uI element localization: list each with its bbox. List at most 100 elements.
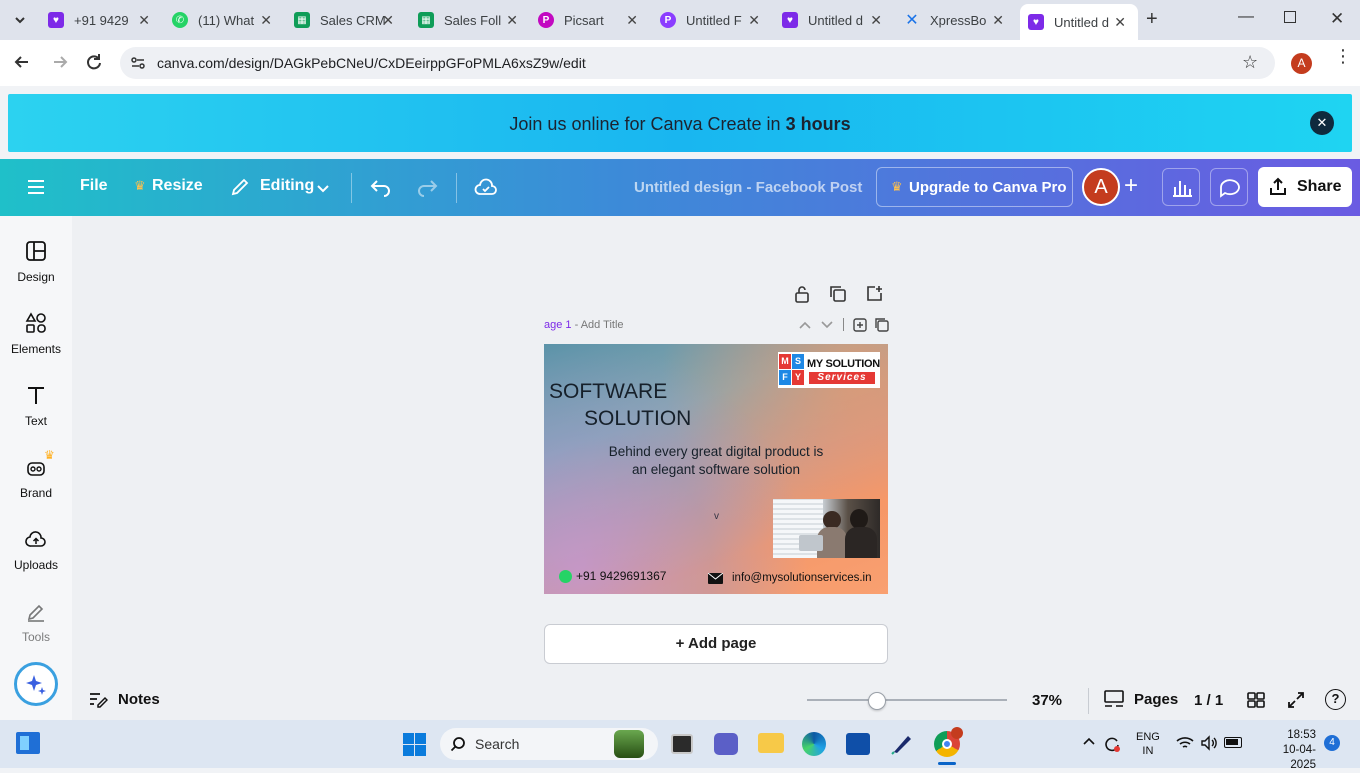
close-icon[interactable]: ✕	[382, 12, 394, 29]
rail-item-text[interactable]: Text	[0, 384, 72, 428]
close-icon[interactable]: ✕	[626, 12, 638, 29]
brand-logo[interactable]: M S F Y MY SOLUTION Services	[778, 352, 880, 388]
add-title-field[interactable]: Add Title	[581, 319, 624, 331]
cloud-saved-icon[interactable]	[474, 177, 498, 202]
url-field[interactable]: canva.com/design/DAGkPebCNeU/CxDEeirppGF…	[120, 47, 1275, 79]
upgrade-pro-button[interactable]: ♛ Upgrade to Canva Pro	[876, 167, 1073, 207]
page-up-icon[interactable]	[798, 318, 812, 336]
reload-icon[interactable]	[84, 52, 104, 77]
browser-tab-active[interactable]: ♥ Untitled d ✕	[1020, 4, 1138, 40]
insights-button[interactable]	[1162, 168, 1200, 206]
tray-sync-icon[interactable]	[1102, 734, 1122, 759]
editing-mode-dropdown[interactable]: Editing	[260, 177, 314, 195]
close-icon[interactable]: ✕	[1114, 14, 1126, 31]
taskbar-search[interactable]: Search	[440, 728, 658, 760]
taskbar-app-store[interactable]	[846, 733, 870, 755]
rail-item-brand[interactable]: ♛ Brand	[0, 448, 72, 500]
zoom-level[interactable]: 37%	[1032, 692, 1062, 709]
tab-search-icon[interactable]	[10, 10, 30, 30]
close-icon[interactable]: ✕	[506, 12, 518, 29]
add-page-button[interactable]: + Add page	[544, 624, 888, 664]
rail-item-uploads[interactable]: Uploads	[0, 528, 72, 572]
comments-button[interactable]	[1210, 168, 1248, 206]
language-indicator[interactable]: ENG IN	[1136, 730, 1160, 758]
browser-tab-1[interactable]: ♥ +91 9429 ✕	[48, 6, 150, 34]
taskbar-app-edge[interactable]	[802, 732, 826, 756]
headline-software[interactable]: SOFTWARE	[549, 380, 667, 404]
taskbar-app-pen[interactable]	[890, 732, 914, 756]
browser-tab-5[interactable]: P Picsart ✕	[538, 6, 638, 34]
magic-ai-button[interactable]	[14, 662, 58, 706]
resize-button[interactable]: Resize	[152, 177, 203, 195]
pages-button[interactable]: Pages	[1104, 690, 1178, 708]
maximize-icon[interactable]	[1284, 11, 1296, 23]
add-page-small-icon[interactable]	[853, 318, 867, 337]
banner-close-button[interactable]: ✕	[1310, 111, 1334, 135]
rail-item-tools[interactable]: Tools	[0, 600, 72, 644]
bookmark-star-icon[interactable]: ☆	[1242, 52, 1258, 73]
file-menu[interactable]: File	[80, 177, 108, 195]
invite-plus-icon[interactable]: +	[1124, 172, 1138, 200]
close-icon[interactable]: ✕	[992, 12, 1004, 29]
wifi-icon[interactable]	[1176, 735, 1194, 756]
browser-tab-strip: ♥ +91 9429 ✕ ✆ (11) What ✕ ▦ Sales CRM ✕…	[0, 0, 1360, 40]
close-icon[interactable]: ✕	[870, 12, 882, 29]
back-icon[interactable]	[12, 52, 32, 77]
headline-solution[interactable]: SOLUTION	[584, 407, 691, 431]
design-title[interactable]: Untitled design - Facebook Post	[634, 179, 862, 196]
browser-tab-4[interactable]: ▦ Sales Foll ✕	[418, 6, 518, 34]
tray-overflow-icon[interactable]	[1082, 734, 1096, 752]
zoom-slider[interactable]	[807, 692, 1007, 710]
windows-start-icon[interactable]	[403, 733, 426, 756]
close-icon[interactable]: ✕	[748, 12, 760, 29]
grid-view-icon[interactable]	[1246, 690, 1266, 715]
body-text[interactable]: Behind every great digital product is an…	[606, 443, 826, 479]
main-menu-icon[interactable]	[26, 179, 46, 200]
clock[interactable]: 18:53 10-04-2025	[1260, 728, 1316, 773]
window-close-icon[interactable]: ✕	[1330, 9, 1344, 29]
browser-tab-8[interactable]: ✕ XpressBo ✕	[904, 6, 1004, 34]
copy-page-small-icon[interactable]	[875, 318, 889, 337]
undo-icon[interactable]	[370, 177, 392, 202]
redo-icon[interactable]	[416, 177, 438, 202]
add-page-label: + Add page	[675, 635, 757, 652]
chrome-active-indicator	[938, 762, 956, 765]
lock-icon[interactable]	[792, 284, 812, 309]
site-info-icon[interactable]	[130, 55, 146, 76]
help-icon[interactable]: ?	[1325, 689, 1346, 710]
browser-tab-7[interactable]: ♥ Untitled d ✕	[782, 6, 882, 34]
browser-tab-6[interactable]: P Untitled F ✕	[660, 6, 760, 34]
volume-icon[interactable]	[1200, 735, 1218, 756]
share-button[interactable]: Share	[1258, 167, 1352, 207]
close-icon[interactable]: ✕	[138, 12, 150, 29]
zoom-thumb[interactable]	[868, 692, 886, 710]
office-photo[interactable]	[773, 499, 880, 558]
phone-contact[interactable]: +91 9429691367	[559, 569, 666, 583]
taskbar-app-meet[interactable]	[714, 733, 738, 755]
email-contact[interactable]: info@mysolutionservices.in	[708, 572, 872, 584]
rail-item-elements[interactable]: Elements	[0, 312, 72, 356]
notification-badge[interactable]: 4	[1324, 735, 1340, 751]
rail-item-design[interactable]: Design	[0, 240, 72, 284]
fullscreen-icon[interactable]	[1286, 690, 1306, 715]
profile-avatar[interactable]: A	[1291, 53, 1312, 74]
minimize-icon[interactable]: —	[1238, 8, 1254, 26]
notes-button[interactable]: Notes	[88, 690, 160, 708]
duplicate-page-icon[interactable]	[828, 284, 848, 309]
add-page-top-icon[interactable]	[864, 284, 884, 309]
browser-tab-3[interactable]: ▦ Sales CRM ✕	[294, 6, 394, 34]
taskbar-app-chrome[interactable]	[934, 727, 963, 757]
browser-tab-2[interactable]: ✆ (11) What ✕	[172, 6, 272, 34]
widgets-icon[interactable]	[16, 732, 40, 754]
forward-icon[interactable]	[50, 52, 70, 77]
close-icon[interactable]: ✕	[260, 12, 272, 29]
browser-menu-icon[interactable]: ⋮	[1334, 47, 1352, 65]
taskbar-app-explorer[interactable]	[758, 733, 784, 753]
page-down-icon[interactable]	[820, 318, 834, 336]
taskbar-app-terminal[interactable]	[671, 734, 693, 754]
new-tab-icon[interactable]: +	[1146, 8, 1158, 31]
battery-icon[interactable]	[1224, 737, 1242, 748]
chevron-down-icon[interactable]	[316, 181, 330, 199]
user-avatar[interactable]: A	[1082, 168, 1120, 206]
design-canvas[interactable]: M S F Y MY SOLUTION Services SOFTWARE SO…	[544, 344, 888, 594]
